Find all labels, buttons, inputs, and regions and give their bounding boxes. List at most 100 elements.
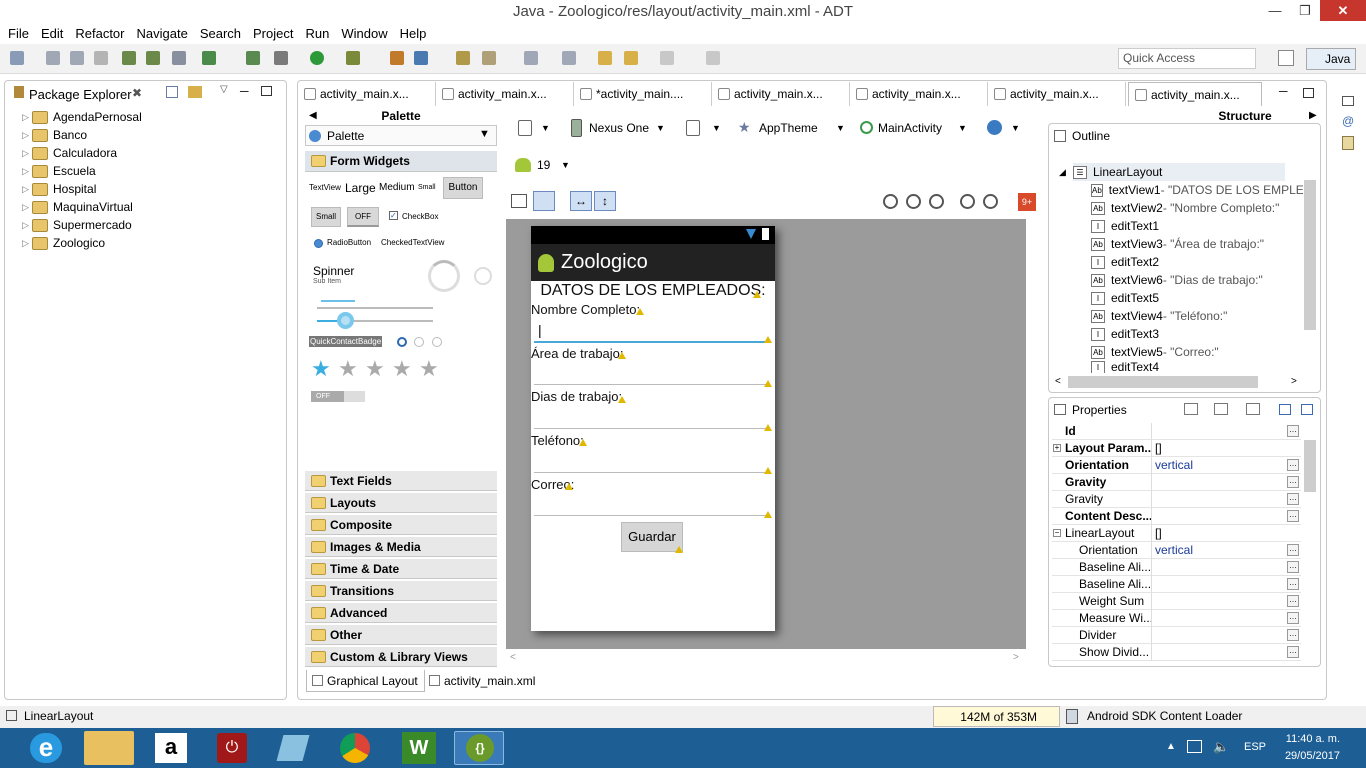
category-layouts[interactable]: Layouts (305, 492, 497, 513)
property-row[interactable]: Baseline Ali...… (1052, 559, 1301, 576)
editor-tab[interactable]: activity_main.x... (988, 82, 1126, 106)
scroll-right-icon[interactable]: > (1291, 376, 1297, 387)
zoom-fit-icon[interactable] (883, 194, 898, 209)
config-file-icon[interactable] (518, 120, 532, 136)
property-row[interactable]: Weight Sum… (1052, 593, 1301, 610)
label-area[interactable]: Área de trabajo: (531, 346, 624, 361)
chevron-down-icon[interactable]: ▼ (561, 160, 570, 170)
new-class-icon[interactable] (390, 51, 404, 65)
save-all-icon[interactable] (70, 51, 84, 65)
heading-text[interactable]: DATOS DE LOS EMPLEADOS: (531, 282, 775, 300)
star-icon[interactable]: ★ (419, 356, 439, 382)
file-explorer-icon[interactable] (84, 731, 134, 765)
project-item[interactable]: ▷ Hospital (22, 180, 96, 198)
quick-access-input[interactable]: Quick Access (1118, 48, 1256, 69)
star-filled-icon[interactable]: ★ (311, 356, 331, 382)
widget-quickcontactbadge[interactable]: QuickContactBadge (309, 336, 383, 347)
project-item[interactable]: ▷ Supermercado (22, 216, 132, 234)
menu-file[interactable]: File (4, 26, 37, 41)
widget-large[interactable]: Large (345, 181, 376, 195)
outline-vertical-scrollbar[interactable] (1304, 180, 1316, 330)
expand-icon[interactable]: ▷ (22, 112, 32, 123)
widget-small-button[interactable]: Small (311, 207, 341, 227)
outline-item[interactable]: IeditText4 (1091, 361, 1303, 373)
menu-search[interactable]: Search (196, 26, 249, 41)
collapse-all-icon[interactable] (166, 86, 178, 98)
more-icon[interactable]: … (1287, 544, 1299, 556)
editor-tab[interactable]: activity_main.x... (712, 82, 850, 106)
lint-warnings-icon[interactable]: 9+ (1018, 193, 1036, 211)
menu-edit[interactable]: Edit (37, 26, 71, 41)
menu-run[interactable]: Run (301, 26, 337, 41)
widget-textview[interactable]: TextView (309, 183, 341, 192)
more-icon[interactable]: … (1287, 612, 1299, 624)
edittext-dias[interactable] (534, 428, 770, 429)
layout-horizontal-icon[interactable] (511, 194, 527, 208)
expand-icon[interactable]: ▷ (22, 130, 32, 141)
editor-tab[interactable]: activity_main.x... (436, 82, 574, 106)
run-icon[interactable] (310, 51, 324, 65)
tab-graphical-layout[interactable]: Graphical Layout (306, 670, 425, 692)
filter-icon[interactable] (1246, 403, 1260, 415)
link-editor-icon[interactable] (188, 86, 202, 98)
label-telefono[interactable]: Teléfono: (531, 433, 584, 448)
volume-muted-icon[interactable]: 🔈 (1213, 739, 1229, 755)
sort-alpha-icon[interactable] (1214, 403, 1228, 415)
editor-tab[interactable]: *activity_main.... (574, 82, 712, 106)
property-row[interactable]: Gravity… (1052, 474, 1301, 491)
property-row[interactable]: LinearLayout[] (1052, 525, 1301, 542)
editor-tab[interactable]: activity_main.x... (298, 82, 436, 106)
property-row[interactable]: Show Divid...… (1052, 644, 1301, 661)
garbage-collect-icon[interactable] (1066, 709, 1078, 724)
skip-breakpoints-icon[interactable] (172, 51, 186, 65)
property-row[interactable]: Gravity… (1052, 491, 1301, 508)
power-app-icon[interactable]: ⏻ (217, 733, 247, 763)
category-time-date[interactable]: Time & Date (305, 558, 497, 579)
last-edit-icon[interactable] (598, 51, 612, 65)
category-composite[interactable]: Composite (305, 514, 497, 535)
more-icon[interactable]: … (1287, 476, 1299, 488)
property-row[interactable]: Content Desc...… (1052, 508, 1301, 525)
more-icon[interactable]: … (1287, 646, 1299, 658)
more-icon[interactable]: … (1287, 510, 1299, 522)
category-other[interactable]: Other (305, 624, 497, 645)
zoom-actual-icon[interactable] (906, 194, 921, 209)
prev-annotation-icon[interactable] (562, 51, 576, 65)
property-row[interactable]: Divider… (1052, 627, 1301, 644)
expand-all-icon[interactable] (1279, 404, 1291, 415)
restore-view-icon[interactable] (1342, 96, 1354, 106)
close-icon[interactable]: ✖ (132, 86, 142, 100)
fill-width-icon[interactable]: ↔ (570, 191, 592, 211)
label-nombre[interactable]: Nombre Completo: (531, 302, 640, 317)
activity-dropdown[interactable]: MainActivity (878, 118, 942, 138)
chevron-down-icon[interactable]: ▼ (712, 123, 721, 133)
chevron-down-icon[interactable]: ▼ (836, 123, 845, 133)
chrome-icon[interactable] (340, 733, 370, 763)
more-icon[interactable]: … (1287, 595, 1299, 607)
new-icon[interactable] (10, 51, 24, 65)
language-indicator[interactable]: ESP (1244, 741, 1266, 753)
widget-toggle-button[interactable]: OFF (347, 207, 379, 227)
more-icon[interactable]: … (1287, 425, 1299, 437)
more-icon[interactable]: … (1287, 493, 1299, 505)
forward-icon[interactable] (660, 51, 674, 65)
outline-horizontal-scrollbar[interactable] (1068, 376, 1258, 388)
category-images-media[interactable]: Images & Media (305, 536, 497, 557)
more-icon[interactable]: … (1287, 578, 1299, 590)
minimize-icon[interactable]: — (1260, 0, 1290, 21)
back-icon[interactable] (624, 51, 638, 65)
progress-large-icon[interactable] (428, 260, 460, 292)
package-explorer-title[interactable]: Package Explorer (29, 87, 132, 102)
save-icon[interactable] (46, 51, 60, 65)
maximize-view-icon[interactable] (261, 86, 272, 96)
tab-xml-source[interactable]: activity_main.xml (424, 670, 541, 692)
external-tools-icon[interactable] (346, 51, 360, 65)
device-dropdown[interactable]: Nexus One (589, 118, 649, 138)
scroll-left-icon[interactable]: < (1055, 376, 1061, 387)
memory-indicator[interactable]: 142M of 353M (933, 706, 1060, 727)
view-menu-icon[interactable]: ▽ (220, 84, 228, 95)
more-icon[interactable]: … (1287, 459, 1299, 471)
outline-item[interactable]: Ab textView4 - "Teléfono:" (1091, 307, 1303, 325)
show-hidden-icons[interactable]: ▲ (1166, 741, 1176, 752)
seekbar-thumb[interactable] (337, 312, 354, 329)
